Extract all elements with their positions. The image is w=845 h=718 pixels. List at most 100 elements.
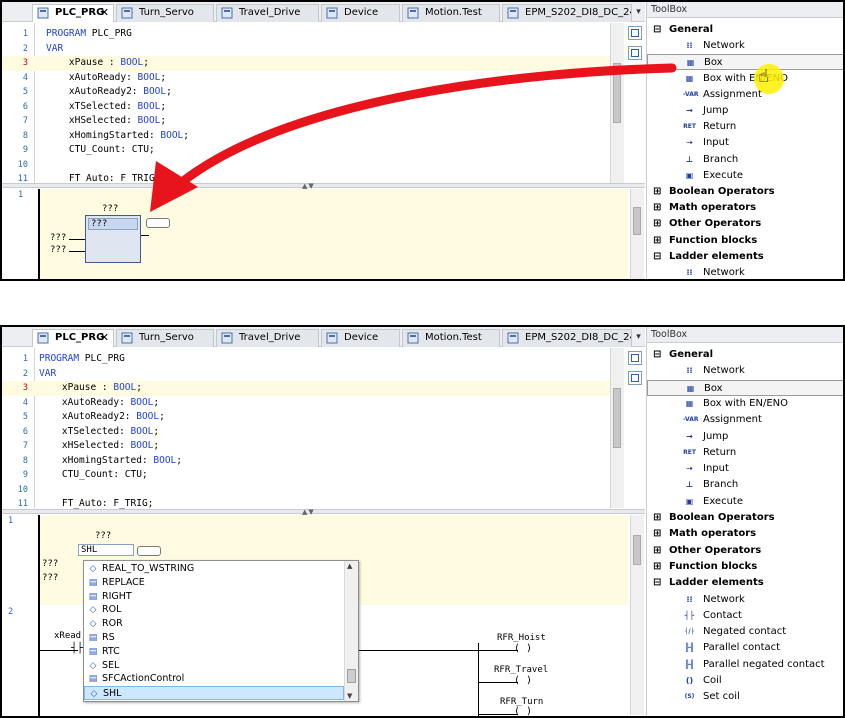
tab-device[interactable]: Device (321, 4, 400, 22)
toolbox-category-ladder-elements[interactable]: ⊟ Ladder elements (647, 249, 843, 265)
box-type-field[interactable]: SHL (78, 544, 134, 556)
autocomplete-item[interactable]: ▤ REPLACE (84, 576, 344, 590)
toolbox-item-box[interactable]: ▦ Box (647, 379, 843, 396)
autocomplete-item[interactable]: ◇ ROL (84, 603, 344, 617)
autocomplete-item[interactable]: ▤ RS (84, 631, 344, 645)
toolbox-item-negated-contact[interactable]: ┤/├ Negated contact (647, 624, 843, 640)
autocomplete-item[interactable]: ◇ SEL (84, 659, 344, 673)
tab-plc-prg[interactable]: PLC_PRG ✕ (32, 4, 114, 22)
close-icon[interactable]: ✕ (100, 330, 109, 346)
code-line[interactable]: 8 xHomingStarted: BOOL; (2, 454, 610, 469)
tab-travel-drive[interactable]: Travel_Drive (216, 329, 319, 347)
toolbox-item-coil[interactable]: () Coil (647, 673, 843, 689)
toolbox-item-parallel-contact[interactable]: ╟╢ Parallel contact (647, 640, 843, 656)
toolbox-item-network[interactable]: ⁝⁝ Network (647, 592, 843, 608)
autocomplete-item[interactable]: ◇ SHL (84, 686, 344, 700)
expand-icon[interactable]: ⊞ (653, 510, 661, 525)
toolbox-item-box-with-en-eno[interactable]: ▦ Box with EN/ENO (647, 396, 843, 412)
editor-splitter[interactable]: ▲▼ (2, 508, 645, 516)
toolbox-item-contact[interactable]: ┤├ Contact (647, 608, 843, 624)
toolbox-item-execute[interactable]: ▣ Execute (647, 494, 843, 510)
toolbox-item-input[interactable]: ⇢ Input (647, 461, 843, 477)
toolbox-category-function-blocks[interactable]: ⊞ Function blocks (647, 233, 843, 249)
toolbox-item-label: Set coil (703, 691, 740, 703)
code-line[interactable]: 3 xPause : BOOL; (2, 381, 610, 396)
contact-symbol[interactable]: ┤├ (71, 643, 83, 654)
toolbox-item-network[interactable]: ⁝⁝ Network (647, 363, 843, 379)
autocomplete-item[interactable]: ◇ ROR (84, 617, 344, 631)
toolbox-item-assignment[interactable]: -VAR Assignment (647, 412, 843, 428)
tab-plc-prg[interactable]: PLC_PRG ✕ (32, 329, 114, 347)
box-input-2-label[interactable]: ??? (42, 573, 58, 583)
box-instance-name[interactable]: ??? (95, 531, 111, 541)
code-line[interactable]: 6 xTSelected: BOOL; (2, 425, 610, 440)
close-icon[interactable]: ✕ (100, 5, 109, 21)
tab-label: PLC_PRG (55, 7, 105, 18)
code-line[interactable]: 1 PROGRAM PLC_PRG (2, 352, 610, 367)
toolbox-item-jump[interactable]: → Jump (647, 429, 843, 445)
collapse-icon[interactable]: ⊟ (653, 347, 661, 362)
tab-epm-s202-di8-dc-24v[interactable]: EPM_S202_DI8_DC_24V (502, 329, 632, 347)
toolbox-item-network[interactable]: ⁝⁝ Network (647, 265, 843, 279)
box-type-field[interactable]: ??? (88, 218, 138, 230)
toolbox-category-general[interactable]: ⊟ General (647, 347, 843, 363)
box-input-1-label[interactable]: ??? (50, 233, 66, 243)
code-line[interactable]: 7 xHSelected: BOOL; (2, 439, 610, 454)
code-line[interactable]: 10 (2, 483, 610, 498)
code-line[interactable]: 4 xAutoReady: BOOL; (2, 396, 610, 411)
toolbox-category-other-operators[interactable]: ⊞ Other Operators (647, 543, 843, 559)
collapse-icon[interactable]: ⊟ (653, 22, 661, 37)
collapse-icon[interactable]: ⊟ (653, 249, 661, 264)
tab-scroll-icon[interactable]: ▾ (633, 330, 644, 344)
toolbox-item-branch[interactable]: ⊥ Branch (647, 477, 843, 493)
toolbox-item-return[interactable]: RET Return (647, 445, 843, 461)
contact-variable-label[interactable]: xRead (54, 631, 81, 641)
autocomplete-item[interactable]: ▤ SFCActionControl (84, 672, 344, 686)
expand-icon[interactable]: ⊞ (653, 559, 661, 574)
toolbox-category-general[interactable]: ⊟ General (647, 22, 843, 38)
tabular-view-icon[interactable] (628, 371, 642, 385)
code-line[interactable]: 9 CTU_Count: CTU; (2, 468, 610, 483)
declaration-scrollbar[interactable] (610, 348, 624, 508)
coil-label-1[interactable]: RFR_Hoist (497, 633, 546, 643)
tab-scroll-icon[interactable]: ▾ (633, 5, 644, 19)
toolbox-category-function-blocks[interactable]: ⊞ Function blocks (647, 559, 843, 575)
autocomplete-scrollbar[interactable]: ▲ ▼ (344, 561, 358, 701)
coil-symbol-3[interactable]: ( ) (514, 706, 532, 716)
autocomplete-item[interactable]: ◇ REAL_TO_WSTRING (84, 562, 344, 576)
tab-motion-test[interactable]: Motion.Test (402, 329, 500, 347)
tab-turn-servo[interactable]: Turn_Servo (116, 329, 214, 347)
coil-symbol-1[interactable]: ( ) (514, 643, 532, 654)
tab-motion-test[interactable]: Motion.Test (402, 4, 500, 22)
tab-device[interactable]: Device (321, 329, 400, 347)
textual-view-icon[interactable] (628, 26, 642, 40)
tab-turn-servo[interactable]: Turn_Servo (116, 4, 214, 22)
textual-view-icon[interactable] (628, 351, 642, 365)
box-instance-name[interactable]: ??? (102, 204, 118, 214)
collapse-icon[interactable]: ⊟ (653, 575, 661, 590)
toolbox-item-set-coil[interactable]: (S) Set coil (647, 689, 843, 705)
coil-symbol-2[interactable]: ( ) (514, 675, 532, 686)
box-input-2-label[interactable]: ??? (50, 245, 66, 255)
declaration-editor[interactable]: 1 PROGRAM PLC_PRG 2 VAR 3 xPause : BOOL; 4 xA… (2, 348, 645, 509)
toolbox-category-boolean-operators[interactable]: ⊞ Boolean Operators (647, 510, 843, 526)
code-line[interactable]: 1 PROGRAM PLC_PRG (2, 27, 610, 42)
tab-epm-s202-di8-dc-24v[interactable]: EPM_S202_DI8_DC_24V (502, 4, 632, 22)
tab-travel-drive[interactable]: Travel_Drive (216, 4, 319, 22)
expand-icon[interactable]: ⊞ (653, 543, 661, 558)
box-input-1-label[interactable]: ??? (42, 559, 58, 569)
toolbox-category-ladder-elements[interactable]: ⊟ Ladder elements (647, 575, 843, 591)
toolbox-item-parallel-negated-contact[interactable]: ╟╢ Parallel negated contact (647, 657, 843, 673)
expand-icon[interactable]: ⊞ (653, 233, 661, 248)
ladder-scrollbar[interactable] (630, 515, 644, 715)
toolbox-category-math-operators[interactable]: ⊞ Math operators (647, 526, 843, 542)
coil-label-2[interactable]: RFR_Travel (494, 665, 548, 675)
code-line[interactable]: 2 VAR (2, 367, 610, 382)
code-line[interactable]: 5 xAutoReady2: BOOL; (2, 410, 610, 425)
autocomplete-item[interactable]: ▤ RTC (84, 645, 344, 659)
expand-icon[interactable]: ⊞ (653, 526, 661, 541)
box-output-input[interactable] (137, 546, 161, 556)
autocomplete-list[interactable]: ▲ ▼ ◇ REAL_TO_WSTRING ▤ REPLACE ▤ RIGHT ◇ ROL ◇ R… (83, 560, 359, 702)
autocomplete-item[interactable]: ▤ RIGHT (84, 590, 344, 604)
servo-icon (121, 332, 134, 344)
